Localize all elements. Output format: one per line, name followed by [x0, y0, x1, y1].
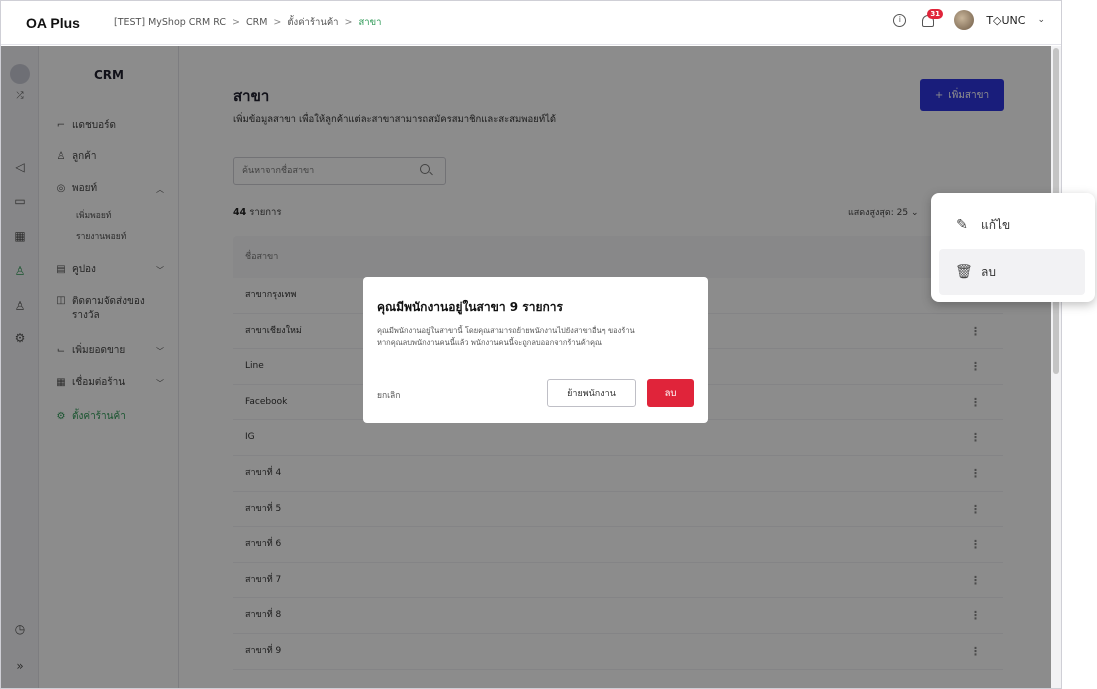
app-window: OA Plus [TEST] MyShop CRM RC > CRM > ตั้…: [0, 0, 1062, 689]
chevron-down-icon: ⌄: [1037, 15, 1045, 25]
user-name: T◇UNC: [986, 13, 1026, 27]
dialog-body-line: หากคุณลบพนักงานคนนี้แล้ว พนักงานคนนี้จะถ…: [377, 337, 602, 347]
top-bar: OA Plus [TEST] MyShop CRM RC > CRM > ตั้…: [1, 1, 1061, 45]
row-action-menu: ✎ แก้ไข 🗑 ลบ: [931, 193, 1095, 302]
dialog-body-line: คุณมีพนักงานอยู่ในสาขานี้ โดยคุณสามารถย้…: [377, 326, 635, 335]
move-staff-button[interactable]: ย้ายพนักงาน: [547, 379, 636, 407]
menu-item-edit[interactable]: ✎ แก้ไข: [939, 202, 1085, 248]
menu-item-label: ลบ: [981, 264, 996, 279]
app-logo: OA Plus: [26, 14, 80, 31]
top-right-actions: i 31 T◇UNC ⌄: [893, 9, 1045, 31]
breadcrumb-separator: >: [344, 17, 353, 28]
notification-badge: 31: [927, 9, 944, 19]
dialog-title: คุณมีพนักงานอยู่ในสาขา 9 รายการ: [377, 300, 563, 314]
trash-icon: 🗑: [955, 264, 973, 280]
menu-item-delete[interactable]: 🗑 ลบ: [939, 249, 1085, 295]
breadcrumb-separator: >: [232, 17, 240, 28]
user-menu[interactable]: T◇UNC ⌄: [954, 10, 1045, 30]
avatar: [954, 10, 975, 30]
breadcrumb-crm[interactable]: CRM: [246, 17, 267, 28]
breadcrumb-store-settings[interactable]: ตั้งค่าร้านค้า: [287, 15, 338, 30]
menu-item-label: แก้ไข: [981, 217, 1011, 232]
breadcrumb-shop[interactable]: [TEST] MyShop CRM RC: [114, 17, 226, 28]
info-icon[interactable]: i: [893, 13, 907, 27]
pencil-icon: ✎: [956, 217, 968, 233]
breadcrumb: [TEST] MyShop CRM RC > CRM > ตั้งค่าร้าน…: [114, 15, 381, 30]
breadcrumb-separator: >: [273, 17, 282, 28]
dialog-body: คุณมีพนักงานอยู่ในสาขานี้ โดยคุณสามารถย้…: [377, 325, 697, 348]
breadcrumb-branch: สาขา: [358, 17, 382, 28]
cancel-button[interactable]: ยกเลิก: [377, 388, 400, 402]
confirm-dialog: คุณมีพนักงานอยู่ในสาขา 9 รายการ คุณมีพนั…: [363, 277, 708, 423]
notification-button[interactable]: 31: [920, 9, 944, 31]
delete-button[interactable]: ลบ: [647, 379, 694, 407]
scrollbar[interactable]: [1051, 46, 1061, 688]
